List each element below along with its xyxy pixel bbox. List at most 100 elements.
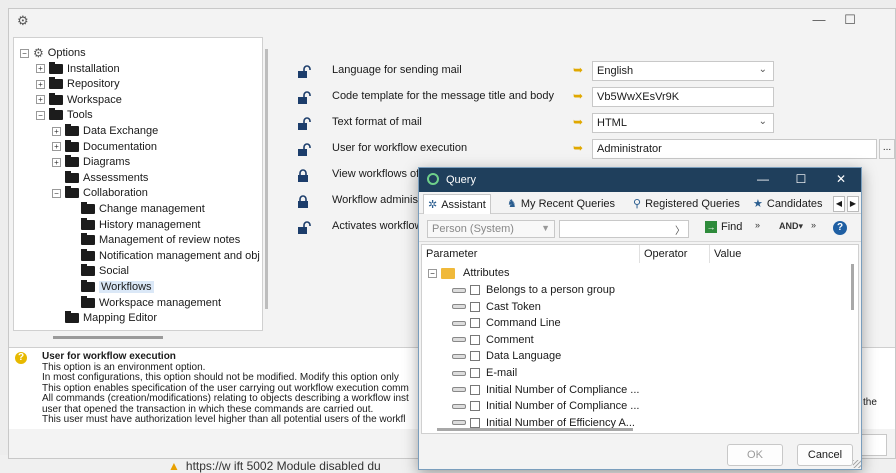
tree-item-repository[interactable]: + Repository xyxy=(36,76,120,92)
parameter-checkbox[interactable] xyxy=(470,401,480,412)
parameter-row[interactable]: Cast Token xyxy=(422,299,842,315)
tree-item-mapping-editor[interactable]: Mapping Editor xyxy=(52,310,157,326)
expander-icon[interactable]: − xyxy=(36,110,45,120)
chevron-down-icon: ▼ xyxy=(541,223,550,233)
tree-item-notification-management-and-obj[interactable]: Notification management and obj xyxy=(68,248,260,264)
lock-icon[interactable] xyxy=(297,195,309,208)
query-maximize-button[interactable]: ☐ xyxy=(793,172,809,186)
tree-item-social[interactable]: Social xyxy=(68,263,129,279)
query-close-button[interactable]: ✕ xyxy=(833,172,849,186)
tree-item-tools[interactable]: − Tools xyxy=(36,107,93,123)
setting-text-field[interactable]: Vb5WwXEsVr9K xyxy=(592,87,774,107)
tab-candidates[interactable]: ★ Candidates xyxy=(749,194,827,214)
query-search-input[interactable]: 〉 xyxy=(559,220,689,238)
more-button[interactable]: » xyxy=(755,220,760,230)
unlock-icon[interactable] xyxy=(297,91,311,104)
expander-icon[interactable]: + xyxy=(52,142,61,152)
setting-dropdown[interactable]: English ⌄ xyxy=(592,61,774,81)
tree-item-documentation[interactable]: + Documentation xyxy=(52,139,157,155)
setting-text-field[interactable]: Administrator xyxy=(592,139,877,159)
expander-icon[interactable]: − xyxy=(428,268,437,278)
class-combo[interactable]: Person (System) ▼ xyxy=(427,220,555,238)
unlock-icon[interactable] xyxy=(297,117,311,130)
more-button-2[interactable]: » xyxy=(811,220,816,230)
parameter-checkbox[interactable] xyxy=(470,285,480,295)
lock-icon[interactable] xyxy=(297,169,309,182)
column-parameter[interactable]: Parameter xyxy=(422,245,640,263)
grid-vertical-scrollbar[interactable] xyxy=(851,264,854,310)
inherit-arrow-icon[interactable]: ➥ xyxy=(573,89,583,103)
expander-icon[interactable]: + xyxy=(52,126,61,136)
attributes-node[interactable]: − Attributes xyxy=(422,265,842,281)
tree-item-workspace-management[interactable]: Workspace management xyxy=(68,295,221,311)
tree-item-management-of-review-notes[interactable]: Management of review notes xyxy=(68,232,240,248)
tree-item-data-exchange[interactable]: + Data Exchange xyxy=(52,123,158,139)
unlock-icon[interactable] xyxy=(297,65,311,78)
folder-icon xyxy=(65,155,79,168)
resize-grip[interactable] xyxy=(853,460,861,468)
tree-item-history-management[interactable]: History management xyxy=(68,217,201,233)
and-or-dropdown[interactable]: AND▾ xyxy=(779,221,803,232)
tab-assistant[interactable]: ✲ Assistant xyxy=(423,194,491,214)
tab-registered-queries[interactable]: ⚲ Registered Queries xyxy=(629,194,744,214)
tree-item-options[interactable]: − ⚙ Options xyxy=(20,45,86,61)
tree-item-assessments[interactable]: Assessments xyxy=(52,170,148,186)
column-value[interactable]: Value xyxy=(710,245,850,263)
parameter-row[interactable]: Data Language xyxy=(422,348,842,364)
maximize-button[interactable]: ☐ xyxy=(840,12,860,28)
expander-icon[interactable]: − xyxy=(52,188,61,198)
expander-icon[interactable]: − xyxy=(20,48,29,58)
query-minimize-button[interactable]: — xyxy=(755,172,771,186)
expander-icon[interactable]: + xyxy=(36,79,45,89)
ok-button[interactable]: OK xyxy=(727,444,783,466)
parameter-checkbox[interactable] xyxy=(470,368,480,378)
tree-item-installation[interactable]: + Installation xyxy=(36,61,120,77)
parameter-checkbox[interactable] xyxy=(470,318,480,329)
minimize-button[interactable]: — xyxy=(809,12,829,27)
tree-item-label: Tools xyxy=(67,109,93,122)
help-button[interactable]: ? xyxy=(833,221,847,235)
scrollbar-thumb[interactable] xyxy=(53,336,163,339)
parameter-label: Cast Token xyxy=(486,300,541,313)
folder-icon xyxy=(81,264,95,277)
unlock-icon[interactable] xyxy=(297,221,311,234)
parameter-checkbox[interactable] xyxy=(470,301,480,312)
parameter-row[interactable]: Comment xyxy=(422,332,842,348)
tab-recent-queries[interactable]: ♞ My Recent Queries xyxy=(503,194,619,214)
browse-button[interactable]: ... xyxy=(879,139,895,159)
tree-item-label: Options xyxy=(47,47,86,59)
tree-scrollbar[interactable] xyxy=(265,49,268,309)
parameter-row[interactable]: E-mail xyxy=(422,365,842,381)
parameter-label: Belongs to a person group xyxy=(486,284,616,296)
expander-icon[interactable]: + xyxy=(36,64,45,74)
parameter-row[interactable]: Command Line xyxy=(422,315,842,331)
tab-scroll-right[interactable]: ▶ xyxy=(847,196,859,212)
tree-item-change-management[interactable]: Change management xyxy=(68,201,205,217)
parameter-checkbox[interactable] xyxy=(470,417,480,428)
parameter-checkbox[interactable] xyxy=(470,334,480,345)
tree-item-diagrams[interactable]: + Diagrams xyxy=(52,154,130,170)
expander-icon[interactable]: + xyxy=(36,95,45,105)
unlock-icon[interactable] xyxy=(297,143,311,156)
grid-horizontal-scrollbar[interactable] xyxy=(437,428,633,431)
parameter-row[interactable]: Initial Number of Compliance ... xyxy=(422,382,842,398)
parameter-row[interactable]: Initial Number of Compliance ... xyxy=(422,398,842,414)
parameter-row[interactable]: Belongs to a person group xyxy=(422,282,842,298)
attributes-label: Attributes xyxy=(463,267,510,279)
parameter-checkbox[interactable] xyxy=(470,351,480,362)
tree-item-label: Social xyxy=(99,265,129,278)
find-button[interactable]: → Find xyxy=(705,221,742,233)
tree-item-workspace[interactable]: + Workspace xyxy=(36,92,122,108)
inherit-arrow-icon[interactable]: ➥ xyxy=(573,115,583,129)
setting-label: Text format of mail xyxy=(332,116,422,128)
column-operator[interactable]: Operator xyxy=(640,245,710,263)
setting-dropdown[interactable]: HTML ⌄ xyxy=(592,113,774,133)
inherit-arrow-icon[interactable]: ➥ xyxy=(573,141,583,155)
tree-item-workflows[interactable]: Workflows xyxy=(68,279,154,295)
inherit-arrow-icon[interactable]: ➥ xyxy=(573,63,583,77)
parameter-checkbox[interactable] xyxy=(470,384,480,395)
tree-item-collaboration[interactable]: − Collaboration xyxy=(52,185,148,201)
cancel-button[interactable]: Cancel xyxy=(797,444,853,466)
tab-scroll-left[interactable]: ◀ xyxy=(833,196,845,212)
expander-icon[interactable]: + xyxy=(52,157,61,167)
